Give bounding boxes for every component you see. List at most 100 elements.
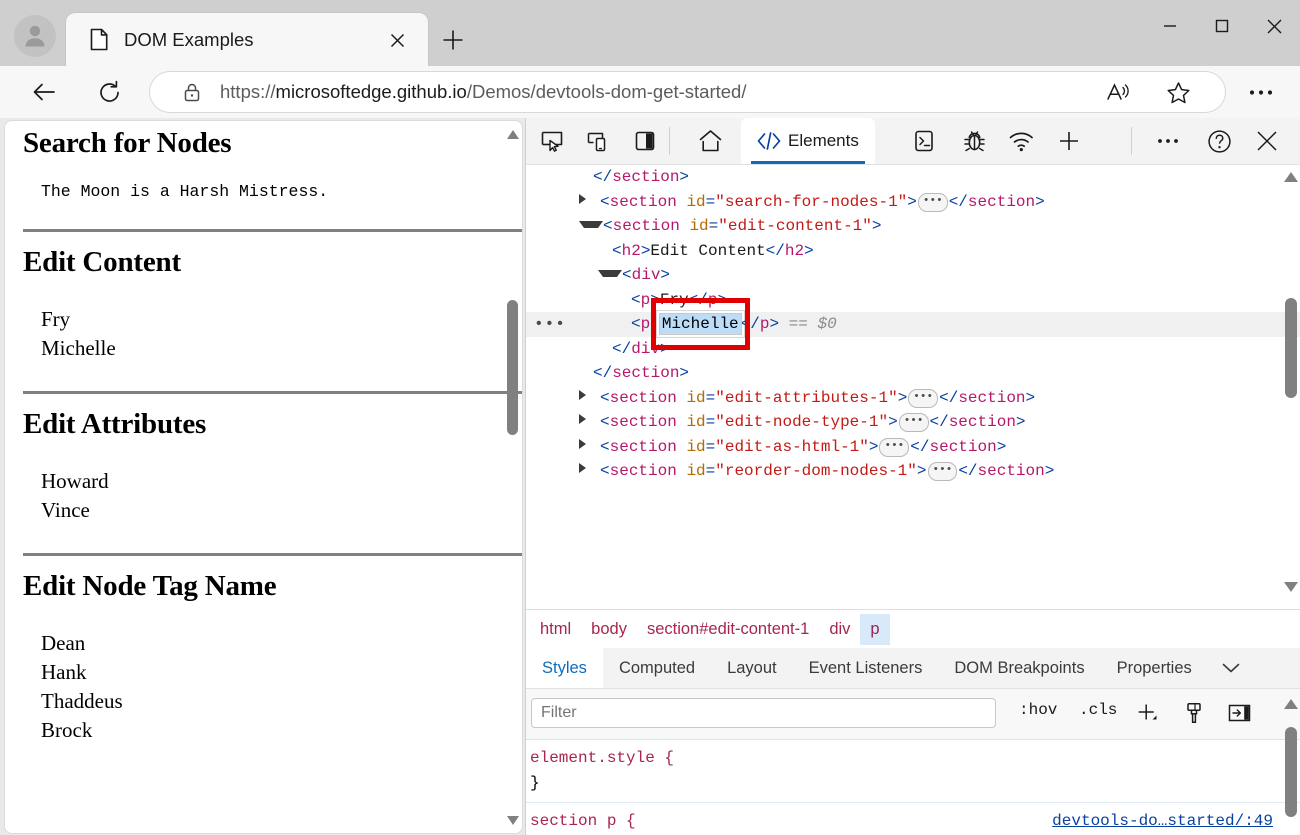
hover-state-button[interactable]: :hov bbox=[1019, 701, 1057, 719]
dom-tree-row[interactable]: •••<p>Michelle</p> == $0 bbox=[526, 312, 1300, 337]
tab-styles[interactable]: Styles bbox=[526, 648, 603, 688]
dom-token-pnct: = bbox=[706, 389, 716, 407]
read-aloud-button[interactable] bbox=[1105, 80, 1131, 106]
css-source-link[interactable]: devtools-do…started/:49 bbox=[1052, 809, 1273, 834]
collapsed-children-badge[interactable]: ••• bbox=[928, 462, 958, 481]
favorite-button[interactable] bbox=[1165, 80, 1191, 106]
styles-scrollbar-thumb[interactable] bbox=[1285, 727, 1297, 817]
tab-elements[interactable]: Elements bbox=[741, 118, 875, 164]
breadcrumb-item-div[interactable]: div bbox=[819, 614, 860, 645]
breadcrumb-item-body[interactable]: body bbox=[581, 614, 637, 645]
expand-triangle-icon[interactable] bbox=[579, 463, 600, 473]
collapsed-children-badge[interactable]: ••• bbox=[899, 413, 929, 432]
console-button[interactable] bbox=[909, 126, 939, 156]
toggle-panel-button[interactable] bbox=[1226, 700, 1252, 726]
more-tools-button[interactable] bbox=[1153, 126, 1183, 156]
dom-tree-row[interactable]: <section id="edit-node-type-1">•••</sect… bbox=[526, 410, 1300, 435]
expand-triangle-icon[interactable] bbox=[579, 194, 600, 204]
css-selector[interactable]: element.style { bbox=[530, 749, 674, 767]
tab-computed[interactable]: Computed bbox=[603, 648, 711, 688]
profile-avatar[interactable] bbox=[14, 15, 56, 57]
expand-triangle-icon[interactable] bbox=[579, 439, 600, 449]
dom-tree-row[interactable]: <section id="edit-as-html-1">•••</sectio… bbox=[526, 435, 1300, 460]
tab-properties[interactable]: Properties bbox=[1101, 648, 1208, 688]
dom-tree-row[interactable]: <section id="search-for-nodes-1">•••</se… bbox=[526, 190, 1300, 215]
dock-side-button[interactable] bbox=[630, 126, 660, 156]
css-rules-pane[interactable]: element.style {} section p { devtools-do…s… bbox=[526, 740, 1300, 835]
address-input[interactable]: https://microsoftedge.github.io/Demos/de… bbox=[150, 72, 1225, 112]
scroll-down-arrow-icon[interactable] bbox=[1284, 580, 1298, 594]
network-button[interactable] bbox=[1006, 126, 1036, 156]
dom-tree-row[interactable]: <section id="edit-content-1"> bbox=[526, 214, 1300, 239]
reload-button[interactable] bbox=[90, 73, 128, 111]
rendered-page: Search for Nodes The Moon is a Harsh Mis… bbox=[4, 120, 523, 834]
copy-styles-button[interactable] bbox=[1181, 700, 1207, 726]
dom-tree-rows: </section><section id="search-for-nodes-… bbox=[526, 165, 1300, 484]
dom-tree-row[interactable]: <p>Fry</p> bbox=[526, 288, 1300, 313]
dom-tree-row[interactable]: </section> bbox=[526, 165, 1300, 190]
collapsed-children-badge[interactable]: ••• bbox=[908, 389, 938, 408]
space bbox=[677, 389, 687, 407]
browser-tab[interactable]: DOM Examples bbox=[66, 13, 428, 66]
tab-event-listeners[interactable]: Event Listeners bbox=[793, 648, 939, 688]
dom-token-pnct: > bbox=[907, 193, 917, 211]
breadcrumb[interactable]: htmlbodysection#edit-content-1divp bbox=[526, 609, 1300, 649]
styles-scrollbar[interactable] bbox=[1283, 695, 1299, 835]
dom-token-pnct: = bbox=[706, 462, 716, 480]
tab-layout[interactable]: Layout bbox=[711, 648, 793, 688]
inspect-element-button[interactable] bbox=[537, 126, 567, 156]
collapse-triangle-icon[interactable] bbox=[598, 270, 622, 277]
styles-filter-input[interactable] bbox=[531, 698, 996, 728]
collapsed-children-badge[interactable]: ••• bbox=[918, 193, 948, 212]
styles-tab-bar[interactable]: StylesComputedLayoutEvent ListenersDOM B… bbox=[526, 648, 1300, 689]
dom-tree[interactable]: </section><section id="search-for-nodes-… bbox=[526, 165, 1300, 605]
page-scrollbar-thumb[interactable] bbox=[507, 300, 518, 435]
help-button[interactable] bbox=[1204, 126, 1234, 156]
add-tool-button[interactable] bbox=[1054, 126, 1084, 156]
window-maximize-button[interactable] bbox=[1196, 0, 1248, 52]
debugger-button[interactable] bbox=[959, 126, 989, 156]
expand-triangle-icon[interactable] bbox=[579, 414, 600, 424]
dom-token-tag: p bbox=[641, 291, 651, 309]
dom-tree-row[interactable]: <h2>Edit Content</h2> bbox=[526, 239, 1300, 264]
devtools-close-button[interactable] bbox=[1252, 126, 1282, 156]
breadcrumb-item-html[interactable]: html bbox=[530, 614, 581, 645]
scroll-up-arrow-icon[interactable] bbox=[1284, 170, 1298, 184]
back-button[interactable] bbox=[25, 73, 63, 111]
expand-triangle-icon[interactable] bbox=[579, 390, 600, 400]
window-minimize-button[interactable] bbox=[1144, 0, 1196, 52]
url-host: microsoftedge.github.io bbox=[276, 81, 467, 102]
dom-tree-row[interactable]: </section> bbox=[526, 361, 1300, 386]
dom-tree-row[interactable]: <section id="edit-attributes-1">•••</sec… bbox=[526, 386, 1300, 411]
device-emulation-button[interactable] bbox=[583, 126, 613, 156]
page-scrollbar[interactable] bbox=[505, 125, 520, 829]
scroll-up-arrow-icon[interactable] bbox=[506, 127, 520, 141]
dom-tree-scrollbar-thumb[interactable] bbox=[1285, 298, 1297, 398]
collapse-triangle-icon[interactable] bbox=[579, 221, 603, 228]
css-selector[interactable]: section p { bbox=[530, 812, 636, 830]
dom-tree-row[interactable]: <section id="reorder-dom-nodes-1">•••</s… bbox=[526, 459, 1300, 484]
breadcrumb-item-p[interactable]: p bbox=[860, 614, 889, 645]
dom-token-pnct: > bbox=[1045, 462, 1055, 480]
new-tab-button[interactable] bbox=[437, 24, 468, 55]
browser-settings-button[interactable] bbox=[1247, 79, 1275, 105]
css-rule[interactable]: section p {devtools-do…started/:49margin… bbox=[526, 803, 1300, 835]
scroll-up-arrow-icon[interactable] bbox=[1284, 697, 1298, 711]
css-rule[interactable]: element.style {} bbox=[526, 740, 1300, 803]
scroll-down-arrow-icon[interactable] bbox=[506, 813, 520, 827]
page-divider bbox=[23, 229, 523, 232]
breadcrumb-item-section-edit-content-1[interactable]: section#edit-content-1 bbox=[637, 614, 819, 645]
editable-node-text[interactable]: Michelle bbox=[660, 314, 741, 334]
tab-close-button[interactable] bbox=[384, 27, 410, 53]
dom-tree-scrollbar[interactable] bbox=[1283, 168, 1299, 596]
row-more-icon[interactable]: ••• bbox=[534, 312, 566, 337]
window-close-button[interactable] bbox=[1248, 0, 1300, 52]
dom-tree-row[interactable]: <div> bbox=[526, 263, 1300, 288]
new-style-rule-button[interactable] bbox=[1134, 700, 1160, 726]
styles-tabs-more-button[interactable] bbox=[1208, 648, 1254, 688]
class-toggle-button[interactable]: .cls bbox=[1079, 701, 1117, 719]
dom-tree-row[interactable]: </div> bbox=[526, 337, 1300, 362]
collapsed-children-badge[interactable]: ••• bbox=[879, 438, 909, 457]
tab-dom-breakpoints[interactable]: DOM Breakpoints bbox=[938, 648, 1100, 688]
home-button[interactable] bbox=[695, 126, 725, 156]
